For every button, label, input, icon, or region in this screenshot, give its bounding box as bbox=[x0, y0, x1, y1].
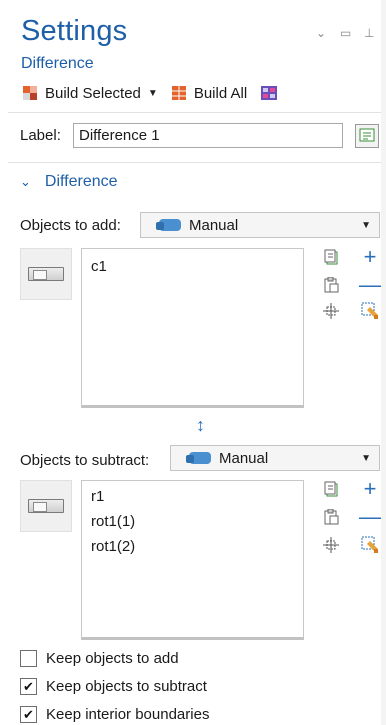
pin-icon[interactable]: ⊥ bbox=[364, 26, 374, 40]
divider bbox=[8, 112, 384, 113]
keep-interior-boundaries-option[interactable]: ✔ Keep interior boundaries bbox=[20, 706, 209, 723]
list-item[interactable]: rot1(2) bbox=[82, 534, 303, 559]
toolbar: Build Selected ▼ Build All bbox=[23, 82, 297, 104]
activate-selection-button[interactable] bbox=[20, 480, 72, 532]
resize-handle-icon[interactable]: ↕ bbox=[196, 415, 205, 436]
objects-to-add-select[interactable]: Manual ▼ bbox=[140, 212, 380, 238]
window-menu-icon[interactable]: ⌄ bbox=[316, 26, 326, 40]
build-geometry-button[interactable] bbox=[261, 86, 283, 100]
checkbox-label: Keep objects to subtract bbox=[46, 678, 207, 695]
page-title: Settings bbox=[21, 15, 128, 47]
objects-to-add-mode: Manual bbox=[189, 216, 239, 234]
list-item[interactable]: c1 bbox=[82, 254, 303, 279]
section-difference-header[interactable]: ⌄ Difference bbox=[20, 173, 118, 191]
label-edit-button[interactable] bbox=[355, 124, 379, 148]
clear-selection-icon[interactable] bbox=[361, 302, 379, 320]
build-all-button[interactable]: Build All bbox=[171, 84, 248, 102]
paste-icon[interactable] bbox=[322, 276, 340, 294]
objects-to-subtract-list[interactable]: r1 rot1(1) rot1(2) bbox=[81, 480, 304, 640]
build-all-label: Build All bbox=[193, 84, 248, 102]
scrollbar[interactable] bbox=[381, 0, 386, 725]
copy-icon[interactable] bbox=[322, 248, 340, 266]
toggle-selection-icon bbox=[28, 267, 64, 281]
settings-header: Settings Difference ⌄ ▭ ⊥ Build Selected… bbox=[0, 0, 386, 112]
remove-icon[interactable]: — bbox=[359, 274, 381, 296]
keep-interior-boundaries-checkbox[interactable]: ✔ bbox=[20, 706, 37, 723]
keep-objects-to-add-option[interactable]: Keep objects to add bbox=[20, 650, 179, 667]
objects-to-add-list[interactable]: c1 bbox=[81, 248, 304, 408]
list-item[interactable]: r1 bbox=[82, 484, 303, 509]
zoom-to-selection-icon[interactable] bbox=[322, 536, 340, 554]
chevron-down-icon: ▼ bbox=[361, 452, 371, 464]
copy-icon[interactable] bbox=[322, 480, 340, 498]
chevron-down-icon[interactable]: ▼ bbox=[148, 88, 158, 99]
objects-to-add-label: Objects to add: bbox=[20, 217, 121, 234]
keep-objects-to-add-checkbox[interactable] bbox=[20, 650, 37, 667]
clear-selection-icon[interactable] bbox=[361, 536, 379, 554]
add-icon[interactable]: + bbox=[361, 246, 379, 268]
objects-to-subtract-label: Objects to subtract: bbox=[20, 452, 150, 469]
list-item[interactable]: rot1(1) bbox=[82, 509, 303, 534]
selection-icon bbox=[186, 452, 211, 464]
activate-selection-button[interactable] bbox=[20, 248, 72, 300]
chevron-down-icon: ▼ bbox=[361, 219, 371, 231]
objects-to-subtract-select[interactable]: Manual ▼ bbox=[170, 445, 380, 471]
toggle-selection-icon bbox=[28, 499, 64, 513]
add-icon[interactable]: + bbox=[361, 478, 379, 500]
page-subtitle: Difference bbox=[21, 55, 94, 72]
divider bbox=[8, 162, 384, 163]
objects-to-subtract-mode: Manual bbox=[219, 449, 269, 467]
checkbox-label: Keep objects to add bbox=[46, 650, 179, 667]
build-selected-icon bbox=[23, 86, 37, 100]
checkbox-label: Keep interior boundaries bbox=[46, 706, 210, 723]
selection-icon bbox=[156, 219, 181, 231]
zoom-to-selection-icon[interactable] bbox=[322, 302, 340, 320]
chevron-down-icon: ⌄ bbox=[20, 174, 31, 189]
build-selected-button[interactable]: Build Selected ▼ bbox=[23, 85, 158, 102]
section-title: Difference bbox=[44, 173, 118, 190]
keep-objects-to-subtract-checkbox[interactable]: ✔ bbox=[20, 678, 37, 695]
maximize-icon[interactable]: ▭ bbox=[340, 26, 351, 40]
keep-objects-to-subtract-option[interactable]: ✔ Keep objects to subtract bbox=[20, 678, 207, 695]
edit-text-icon bbox=[359, 128, 375, 142]
label-input[interactable] bbox=[73, 123, 343, 148]
build-selected-label: Build Selected bbox=[45, 84, 141, 102]
geometry-build-icon bbox=[261, 86, 278, 100]
paste-icon[interactable] bbox=[322, 508, 340, 526]
remove-icon[interactable]: — bbox=[359, 506, 381, 528]
label-caption: Label: bbox=[20, 127, 61, 144]
build-all-icon bbox=[171, 86, 186, 100]
